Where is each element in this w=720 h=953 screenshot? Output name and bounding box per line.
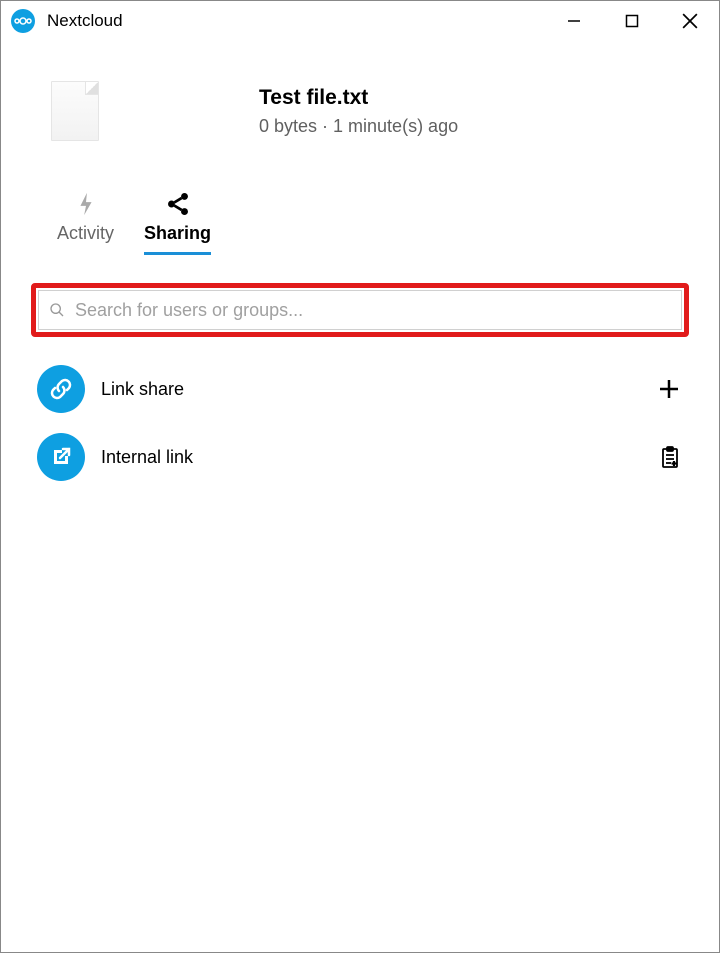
file-icon xyxy=(51,81,99,141)
copy-internal-link-button[interactable] xyxy=(655,443,683,471)
search-box[interactable] xyxy=(38,290,682,330)
file-meta: 0 bytes · 1 minute(s) ago xyxy=(259,116,458,137)
tab-sharing[interactable]: Sharing xyxy=(144,191,211,255)
add-link-share-button[interactable] xyxy=(655,375,683,403)
minimize-button[interactable] xyxy=(545,1,603,41)
search-input[interactable] xyxy=(75,300,671,321)
tab-sharing-label: Sharing xyxy=(144,223,211,244)
window-title: Nextcloud xyxy=(47,11,123,31)
search-highlight xyxy=(31,283,689,337)
link-share-label: Link share xyxy=(101,379,639,400)
external-link-icon xyxy=(37,433,85,481)
internal-link-row: Internal link xyxy=(31,423,689,491)
tab-activity[interactable]: Activity xyxy=(57,191,114,255)
tab-activity-label: Activity xyxy=(57,223,114,244)
share-icon xyxy=(165,191,191,217)
tabs: Activity Sharing xyxy=(1,191,719,255)
file-name: Test file.txt xyxy=(259,86,458,110)
titlebar: Nextcloud xyxy=(1,1,719,41)
nextcloud-logo-icon xyxy=(11,9,35,33)
lightning-icon xyxy=(76,191,96,217)
internal-link-label: Internal link xyxy=(101,447,639,468)
file-info: Test file.txt 0 bytes · 1 minute(s) ago xyxy=(1,41,719,161)
link-share-row: Link share xyxy=(31,355,689,423)
maximize-button[interactable] xyxy=(603,1,661,41)
link-icon xyxy=(37,365,85,413)
close-button[interactable] xyxy=(661,1,719,41)
search-icon xyxy=(49,302,65,318)
